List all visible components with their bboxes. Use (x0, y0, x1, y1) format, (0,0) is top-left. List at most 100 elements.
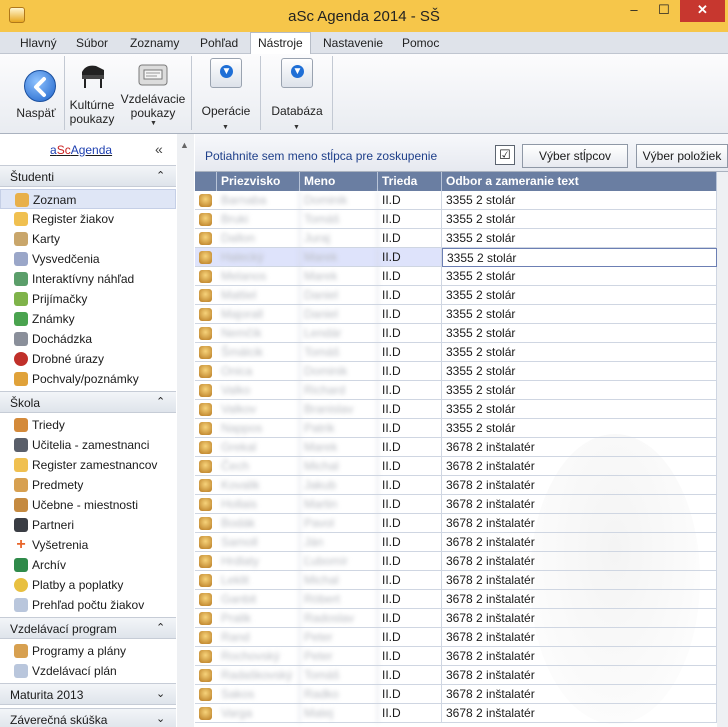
operations-button[interactable]: ▼ Operácie ▼ (192, 54, 260, 132)
cell-surname[interactable]: Hollais (217, 495, 300, 514)
cell-name[interactable]: Radoslav (300, 609, 378, 628)
cell-class[interactable]: II.D (378, 628, 442, 647)
cell-name[interactable]: Róbert (300, 590, 378, 609)
cell-name[interactable]: Marek (300, 438, 378, 457)
cell-class[interactable]: II.D (378, 267, 442, 286)
select-columns-button[interactable]: Výber stĺpcov (522, 144, 628, 168)
minimize-button[interactable]: – (620, 0, 648, 22)
cell-surname[interactable]: Mattiel (217, 286, 300, 305)
cell-surname[interactable]: Samoll (217, 533, 300, 552)
cell-field[interactable]: 3355 2 stolár (442, 191, 717, 210)
cell-surname[interactable]: Majorall (217, 305, 300, 324)
cell-surname[interactable]: Pralik (217, 609, 300, 628)
cell-class[interactable]: II.D (378, 647, 442, 666)
cell-name[interactable]: Lendár (300, 324, 378, 343)
cell-surname[interactable]: Sakos (217, 685, 300, 704)
sidebar-item-platby[interactable]: Platby a poplatky (10, 575, 176, 595)
cell-field[interactable]: 3355 2 stolár (442, 267, 717, 286)
select-items-button[interactable]: Výber položiek (636, 144, 728, 168)
table-row[interactable]: Hollais Martin II.D 3678 2 inštalatér (195, 495, 717, 514)
sidebar-item-vysvedcenia[interactable]: Vysvedčenia (10, 249, 176, 269)
sidebar-item-triedy[interactable]: Triedy (10, 415, 176, 435)
cell-field[interactable]: 3678 2 inštalatér (442, 457, 717, 476)
panel-scrollbar[interactable]: ▲ (177, 134, 194, 727)
table-row[interactable]: Majorall Daniel II.D 3355 2 stolár (195, 305, 717, 324)
cell-surname[interactable]: Dallon (217, 229, 300, 248)
cell-class[interactable]: II.D (378, 343, 442, 362)
tab-subor[interactable]: Súbor (76, 36, 108, 50)
cell-name[interactable]: Juraj (300, 229, 378, 248)
cell-class[interactable]: II.D (378, 704, 442, 723)
table-row[interactable]: Barnaba Dominik II.D 3355 2 stolár (195, 191, 717, 210)
cell-class[interactable]: II.D (378, 305, 442, 324)
cell-surname[interactable]: Čech (217, 457, 300, 476)
cell-class[interactable]: II.D (378, 324, 442, 343)
sidebar-item-dochadzka[interactable]: Dochádzka (10, 329, 176, 349)
table-row[interactable]: Bruki Tomáš II.D 3355 2 stolár (195, 210, 717, 229)
close-button[interactable]: ✕ (680, 0, 725, 22)
sidebar-item-predmety[interactable]: Predmety (10, 475, 176, 495)
cell-class[interactable]: II.D (378, 419, 442, 438)
cell-field[interactable]: 3678 2 inštalatér (442, 685, 717, 704)
cell-name[interactable]: Michal (300, 571, 378, 590)
maximize-button[interactable]: ☐ (650, 0, 678, 22)
cell-name[interactable]: Marek (300, 267, 378, 286)
tab-pohlad[interactable]: Pohľad (200, 36, 238, 50)
cell-field[interactable]: 3678 2 inštalatér (442, 590, 717, 609)
table-row[interactable]: Nappos Patrik II.D 3355 2 stolár (195, 419, 717, 438)
cell-surname[interactable]: Ganbit (217, 590, 300, 609)
cell-surname[interactable]: Barnaba (217, 191, 300, 210)
cell-name[interactable]: Marek (300, 248, 378, 267)
cell-class[interactable]: II.D (378, 476, 442, 495)
table-row[interactable]: Radaškovský Tomáš II.D 3678 2 inštalatér (195, 666, 717, 685)
cell-surname[interactable]: Bruki (217, 210, 300, 229)
cell-name[interactable]: Tomáš (300, 666, 378, 685)
cell-name[interactable]: Michal (300, 457, 378, 476)
cell-field[interactable]: 3355 2 stolár (442, 400, 717, 419)
cell-class[interactable]: II.D (378, 457, 442, 476)
cell-surname[interactable]: Rand (217, 628, 300, 647)
cell-class[interactable]: II.D (378, 191, 442, 210)
cell-surname[interactable]: Grekal (217, 438, 300, 457)
table-row[interactable]: Bodák Pavol II.D 3678 2 inštalatér (195, 514, 717, 533)
table-row[interactable]: Rochovský Peter II.D 3678 2 inštalatér (195, 647, 717, 666)
table-row[interactable]: Grekal Marek II.D 3678 2 inštalatér (195, 438, 717, 457)
cell-field[interactable]: 3355 2 stolár (442, 343, 717, 362)
cell-surname[interactable]: Melanos (217, 267, 300, 286)
sidebar-item-ucitelia[interactable]: Učitelia - zamestnanci (10, 435, 176, 455)
sidebar-item-karty[interactable]: Karty (10, 229, 176, 249)
cell-class[interactable]: II.D (378, 590, 442, 609)
cell-surname[interactable]: Valko (217, 381, 300, 400)
tab-pomoc[interactable]: Pomoc (402, 36, 439, 50)
header-priezvisko[interactable]: Priezvisko (217, 172, 300, 191)
cell-field[interactable]: 3678 2 inštalatér (442, 609, 717, 628)
sidebar-item-archiv[interactable]: Archív (10, 555, 176, 575)
cell-surname[interactable]: Radaškovský (217, 666, 300, 685)
sidebar-item-prijimacky[interactable]: Prijímačky (10, 289, 176, 309)
cell-class[interactable]: II.D (378, 229, 442, 248)
cell-name[interactable]: Dominik (300, 362, 378, 381)
cell-name[interactable]: Patrik (300, 419, 378, 438)
cell-class[interactable]: II.D (378, 362, 442, 381)
cell-name[interactable]: Richard (300, 381, 378, 400)
cell-name[interactable]: Dominik (300, 191, 378, 210)
table-row[interactable]: Melanos Marek II.D 3355 2 stolár (195, 267, 717, 286)
table-row[interactable]: Hrdlaty Ľubomír II.D 3678 2 inštalatér (195, 552, 717, 571)
cell-field[interactable]: 3355 2 stolár (442, 381, 717, 400)
header-odbor[interactable]: Odbor a zameranie text (442, 172, 717, 191)
table-row[interactable]: Nemčík Lendár II.D 3355 2 stolár (195, 324, 717, 343)
tab-nastavenie[interactable]: Nastavenie (323, 36, 383, 50)
table-row[interactable]: Varga Matej II.D 3678 2 inštalatér (195, 704, 717, 723)
sidebar-item-interaktivny-nahlad[interactable]: Interaktívny náhľad (10, 269, 176, 289)
section-zaverecna-skuska[interactable]: Záverečná skúška ⌄ (0, 708, 176, 727)
cell-field[interactable]: 3678 2 inštalatér (442, 476, 717, 495)
cell-class[interactable]: II.D (378, 552, 442, 571)
scroll-up-icon[interactable]: ▲ (180, 140, 189, 150)
cell-field[interactable]: 3355 2 stolár (442, 419, 717, 438)
table-row[interactable]: Valkov Branislav II.D 3355 2 stolár (195, 400, 717, 419)
cell-name[interactable]: Daniel (300, 305, 378, 324)
table-row[interactable]: Valko Richard II.D 3355 2 stolár (195, 381, 717, 400)
cell-name[interactable]: Peter (300, 647, 378, 666)
grid-scrollbar[interactable] (717, 172, 728, 727)
education-vouchers-button[interactable]: Vzdelávacie poukazy ▼ (120, 54, 186, 132)
